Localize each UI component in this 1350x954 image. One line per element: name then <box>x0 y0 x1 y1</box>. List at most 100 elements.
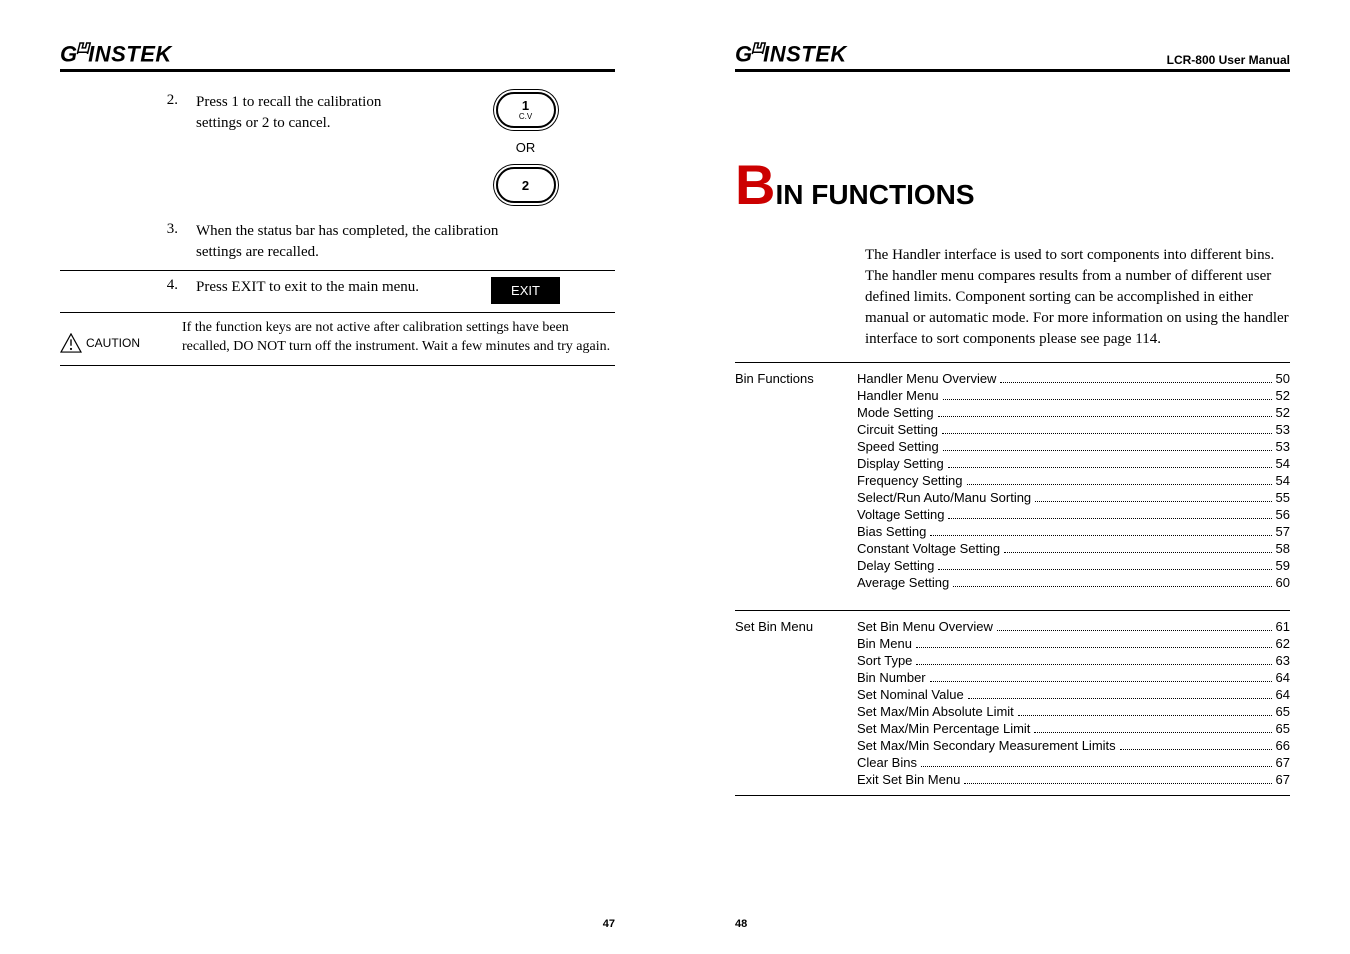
divider <box>60 312 615 313</box>
toc-entry-title: Select/Run Auto/Manu Sorting <box>857 490 1031 505</box>
toc-row: Set Max/Min Absolute Limit 65 <box>857 704 1290 719</box>
toc-entry-page: 50 <box>1276 371 1290 386</box>
toc-row: Delay Setting 59 <box>857 558 1290 573</box>
step-text: Press 1 to recall the calibration settin… <box>196 92 426 133</box>
toc-entry-page: 57 <box>1276 524 1290 539</box>
toc-row: Clear Bins67 <box>857 755 1290 770</box>
toc-dots <box>1018 714 1272 716</box>
key-sub: C.V <box>519 113 532 121</box>
toc-entry-page: 63 <box>1276 653 1290 668</box>
step-graphic: 1 C.V OR 2 <box>436 92 615 203</box>
toc-list: Handler Menu Overview50Handler Menu52Mod… <box>857 369 1290 592</box>
caution-text-label: CAUTION <box>86 336 140 350</box>
toc-dots <box>1000 381 1271 383</box>
right-page: G凹INSTEK LCR-800 User Manual BIN FUNCTIO… <box>675 0 1350 954</box>
toc-section: Bin FunctionsHandler Menu Overview50Hand… <box>735 362 1290 598</box>
toc-entry-title: Set Max/Min Absolute Limit <box>857 704 1014 719</box>
toc-dots <box>948 466 1272 468</box>
toc-container: Bin FunctionsHandler Menu Overview50Hand… <box>735 362 1290 796</box>
toc-row: Frequency Setting54 <box>857 473 1290 488</box>
toc-dots <box>953 585 1271 587</box>
toc-entry-title: Handler Menu Overview <box>857 371 996 386</box>
toc-entry-page: 52 <box>1276 405 1290 420</box>
toc-entry-title: Voltage Setting <box>857 507 944 522</box>
toc-entry-title: Handler Menu <box>857 388 939 403</box>
toc-entry-title: Circuit Setting <box>857 422 938 437</box>
toc-entry-title: Set Bin Menu Overview <box>857 619 993 634</box>
toc-entry-title: Exit Set Bin Menu <box>857 772 960 787</box>
brand-logo: G凹INSTEK <box>735 38 847 67</box>
chapter-title: BIN FUNCTIONS <box>735 152 1290 217</box>
step-graphic: EXIT <box>436 277 615 304</box>
toc-entry-page: 66 <box>1276 738 1290 753</box>
toc-row: Set Max/Min Secondary Measurement Limits… <box>857 738 1290 753</box>
toc-dots <box>942 432 1272 434</box>
toc-entry-page: 58 <box>1276 541 1290 556</box>
chapter-rest: IN FUNCTIONS <box>775 179 974 210</box>
or-text: OR <box>516 140 536 155</box>
key-top: 1 <box>522 99 529 112</box>
left-content: 2. Press 1 to recall the calibration set… <box>60 92 615 365</box>
toc-entry-title: Delay Setting <box>857 558 934 573</box>
step-number: 3. <box>60 221 186 238</box>
toc-entry-page: 54 <box>1276 456 1290 471</box>
step-number: 2. <box>60 92 186 109</box>
toc-entry-title: Set Max/Min Percentage Limit <box>857 721 1030 736</box>
toc-dots <box>930 680 1272 682</box>
toc-entry-page: 67 <box>1276 755 1290 770</box>
toc-dots <box>1004 551 1271 553</box>
chapter-dropcap: B <box>735 153 775 216</box>
toc-entry-page: 65 <box>1276 704 1290 719</box>
toc-entry-title: Set Nominal Value <box>857 687 964 702</box>
warning-icon <box>60 333 82 353</box>
toc-dots <box>943 449 1272 451</box>
toc-dots <box>1120 748 1272 750</box>
toc-entry-page: 52 <box>1276 388 1290 403</box>
step-number: 4. <box>60 277 186 294</box>
toc-row: Handler Menu Overview 50 <box>857 371 1290 386</box>
toc-entry-page: 64 <box>1276 687 1290 702</box>
step-3-row: 3. When the status bar has completed, th… <box>60 221 615 262</box>
toc-dots <box>916 663 1271 665</box>
toc-row: Circuit Setting53 <box>857 422 1290 437</box>
header-right: G凹INSTEK LCR-800 User Manual <box>735 38 1290 72</box>
toc-dots <box>1034 731 1271 733</box>
divider <box>60 270 615 271</box>
page-number: 48 <box>735 918 747 930</box>
toc-entry-page: 61 <box>1276 619 1290 634</box>
toc-entry-page: 60 <box>1276 575 1290 590</box>
toc-dots <box>964 782 1271 784</box>
intro-paragraph: The Handler interface is used to sort co… <box>865 245 1290 350</box>
toc-entry-title: Set Max/Min Secondary Measurement Limits <box>857 738 1116 753</box>
toc-row: Average Setting60 <box>857 575 1290 590</box>
toc-section: Set Bin MenuSet Bin Menu Overview 61 Bin M… <box>735 610 1290 796</box>
step-2-row: 2. Press 1 to recall the calibration set… <box>60 92 615 203</box>
brand-logo: G凹INSTEK <box>60 38 172 67</box>
toc-entry-page: 54 <box>1276 473 1290 488</box>
page-number: 47 <box>603 918 615 930</box>
toc-row: Set Nominal Value 64 <box>857 687 1290 702</box>
toc-entry-title: Sort Type <box>857 653 912 668</box>
toc-row: Voltage Setting56 <box>857 507 1290 522</box>
toc-row: Bin Menu62 <box>857 636 1290 651</box>
toc-row: Bias Setting57 <box>857 524 1290 539</box>
toc-row: Set Max/Min Percentage Limit65 <box>857 721 1290 736</box>
toc-entry-title: Display Setting <box>857 456 944 471</box>
toc-dots <box>938 415 1272 417</box>
toc-dots <box>943 398 1272 400</box>
toc-row: Select/Run Auto/Manu Sorting55 <box>857 490 1290 505</box>
toc-row: Set Bin Menu Overview 61 <box>857 619 1290 634</box>
toc-list: Set Bin Menu Overview 61 Bin Menu62 Sort Ty… <box>857 617 1290 789</box>
toc-entry-page: 59 <box>1276 558 1290 573</box>
exit-button-graphic: EXIT <box>491 277 560 304</box>
toc-row: Exit Set Bin Menu67 <box>857 772 1290 787</box>
toc-row: Mode Setting 52 <box>857 405 1290 420</box>
step-text: Press EXIT to exit to the main menu. <box>196 277 426 297</box>
key-1-button: 1 C.V <box>496 92 556 128</box>
toc-entry-title: Mode Setting <box>857 405 934 420</box>
step-text: When the status bar has completed, the c… <box>196 221 526 262</box>
toc-row: Sort Type 63 <box>857 653 1290 668</box>
toc-section-label: Set Bin Menu <box>735 617 857 789</box>
toc-row: Speed Setting53 <box>857 439 1290 454</box>
toc-dots <box>948 517 1271 519</box>
